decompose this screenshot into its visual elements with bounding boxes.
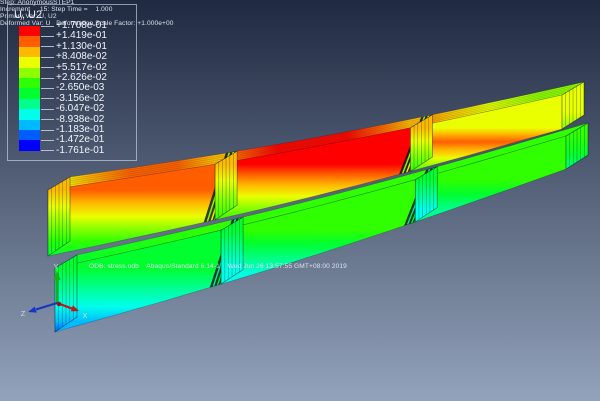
legend-swatch <box>19 120 40 130</box>
legend-tick <box>41 57 54 58</box>
odb-status-line: ODB: stress.odb Abaqus/Standard 6.14-1 W… <box>89 264 347 271</box>
legend-tick <box>41 78 54 79</box>
triad-origin <box>57 302 61 306</box>
legend-tick <box>41 150 54 151</box>
legend-swatch <box>19 130 40 140</box>
legend-tick <box>41 130 54 131</box>
legend-tick <box>41 98 54 99</box>
legend-tick-value: +8.408e-02 <box>56 52 107 62</box>
legend-tick <box>41 46 54 47</box>
legend-tick-value: -2.650e-03 <box>56 83 104 93</box>
legend-tick-value: +1.419e-01 <box>56 31 107 41</box>
abaqus-viewport[interactable]: Y Z X U, U2 +1.708e-01+1.419e-01+1.130e-01… <box>0 0 600 401</box>
legend-swatch <box>19 36 40 46</box>
legend-tick <box>41 140 54 141</box>
legend-swatch <box>19 47 40 57</box>
legend-swatch <box>19 26 40 36</box>
legend-tick <box>41 36 54 37</box>
legend-tick <box>41 67 54 68</box>
legend-swatch <box>19 78 40 88</box>
legend-swatch <box>19 99 40 109</box>
legend-tick-value: -1.761e-01 <box>56 146 104 156</box>
legend-tick-value: -6.047e-02 <box>56 104 104 114</box>
legend-tick <box>41 109 54 110</box>
legend-tick <box>41 119 54 120</box>
x-axis-label: X <box>82 311 87 320</box>
legend-swatch <box>19 68 40 78</box>
legend-swatch <box>19 140 40 150</box>
legend-title: U, U2 <box>14 9 42 21</box>
contour-legend: U, U2 +1.708e-01+1.419e-01+1.130e-01+8.4… <box>7 4 137 161</box>
legend-tick <box>41 88 54 89</box>
legend-tick <box>41 26 54 27</box>
z-axis-arrowhead-icon <box>28 307 37 313</box>
y-axis-label: Y <box>53 262 58 271</box>
legend-swatch <box>19 88 40 98</box>
z-axis <box>36 303 57 310</box>
legend-tick-value: -1.472e-01 <box>56 135 104 145</box>
legend-swatch <box>19 57 40 67</box>
z-axis-label: Z <box>21 309 26 318</box>
legend-swatch <box>19 109 40 119</box>
